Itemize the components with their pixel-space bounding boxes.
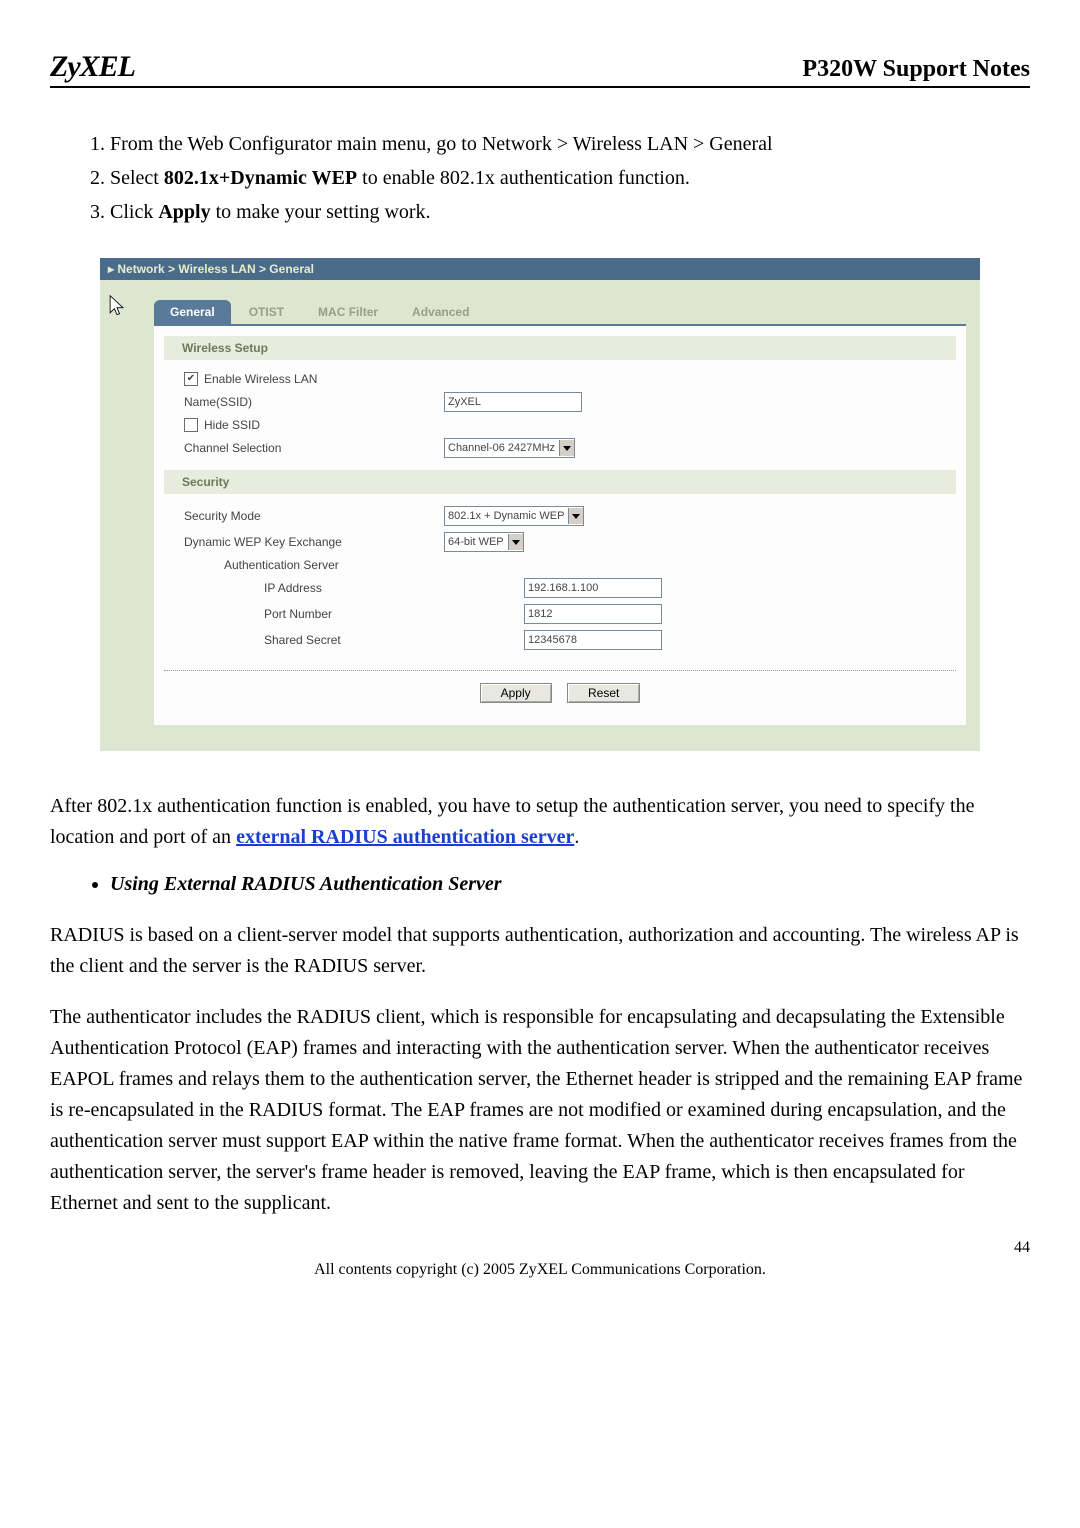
step-2-post: to enable 802.1x authentication function… [357,167,690,189]
tab-advanced[interactable]: Advanced [396,300,485,324]
ip-address-label: IP Address [184,581,524,595]
shared-secret-input[interactable]: 12345678 [524,630,662,650]
tab-bar: General OTIST MAC Filter Advanced [154,300,966,324]
step-3: Click Apply to make your setting work. [110,196,1030,228]
enable-wlan-label: Enable Wireless LAN [204,372,317,386]
panel: Wireless Setup ✔ Enable Wireless LAN Nam… [154,324,966,725]
channel-label: Channel Selection [184,441,444,455]
port-number-label: Port Number [184,607,524,621]
para-after-post: . [574,826,579,848]
step-2-bold: 802.1x+Dynamic WEP [164,167,357,189]
breadcrumb: ▸ Network > Wireless LAN > General [100,258,980,280]
logo: ZyXEL [50,50,135,84]
instruction-list: From the Web Configurator main menu, go … [80,128,1030,228]
dynamic-wep-label: Dynamic WEP Key Exchange [184,535,444,549]
enable-wlan-checkbox[interactable]: ✔ [184,372,198,386]
ssid-input[interactable]: ZyXEL [444,392,582,412]
paragraph-radius-2: The authenticator includes the RADIUS cl… [50,1002,1030,1219]
page-number: 44 [50,1239,1030,1257]
security-mode-value: 802.1x + Dynamic WEP [448,508,564,524]
separator [164,670,956,671]
external-radius-link[interactable]: external RADIUS authentication server [236,826,574,848]
chevron-down-icon [508,534,523,550]
ssid-label: Name(SSID) [184,395,444,409]
step-3-pre: Click [110,201,158,223]
chevron-down-icon [568,508,583,524]
tab-otist[interactable]: OTIST [233,300,300,324]
paragraph-after-screenshot: After 802.1x authentication function is … [50,791,1030,853]
shared-secret-label: Shared Secret [184,633,524,647]
section-security: Security [164,470,956,494]
auth-server-label: Authentication Server [184,558,484,572]
step-2: Select 802.1x+Dynamic WEP to enable 802.… [110,162,1030,194]
subsection-heading: Using External RADIUS Authentication Ser… [110,873,1030,896]
hide-ssid-checkbox[interactable] [184,418,198,432]
dynamic-wep-value: 64-bit WEP [448,534,504,550]
channel-select-value: Channel-06 2427MHz [448,440,555,456]
port-number-input[interactable]: 1812 [524,604,662,624]
tab-macfilter[interactable]: MAC Filter [302,300,394,324]
channel-select[interactable]: Channel-06 2427MHz [444,438,575,458]
page-title: P320W Support Notes [802,56,1030,83]
hide-ssid-label: Hide SSID [204,418,260,432]
paragraph-radius-1: RADIUS is based on a client-server model… [50,920,1030,982]
screenshot: ▸ Network > Wireless LAN > General Gener… [100,258,980,751]
breadcrumb-text: Network > Wireless LAN > General [117,262,314,276]
step-1: From the Web Configurator main menu, go … [110,128,1030,160]
step-1-text: From the Web Configurator main menu, go … [110,133,773,155]
security-mode-select[interactable]: 802.1x + Dynamic WEP [444,506,584,526]
chevron-down-icon [559,440,574,456]
breadcrumb-arrow-icon: ▸ [108,262,117,276]
dynamic-wep-select[interactable]: 64-bit WEP [444,532,524,552]
step-3-bold: Apply [158,201,210,223]
security-mode-label: Security Mode [184,509,444,523]
section-wireless-setup: Wireless Setup [164,336,956,360]
tab-general[interactable]: General [154,300,231,324]
reset-button[interactable]: Reset [567,683,640,703]
ip-address-input[interactable]: 192.168.1.100 [524,578,662,598]
copyright-footer: All contents copyright (c) 2005 ZyXEL Co… [50,1261,1030,1279]
step-3-post: to make your setting work. [211,201,431,223]
cursor-icon [108,294,126,318]
step-2-pre: Select [110,167,164,189]
apply-button[interactable]: Apply [480,683,552,703]
